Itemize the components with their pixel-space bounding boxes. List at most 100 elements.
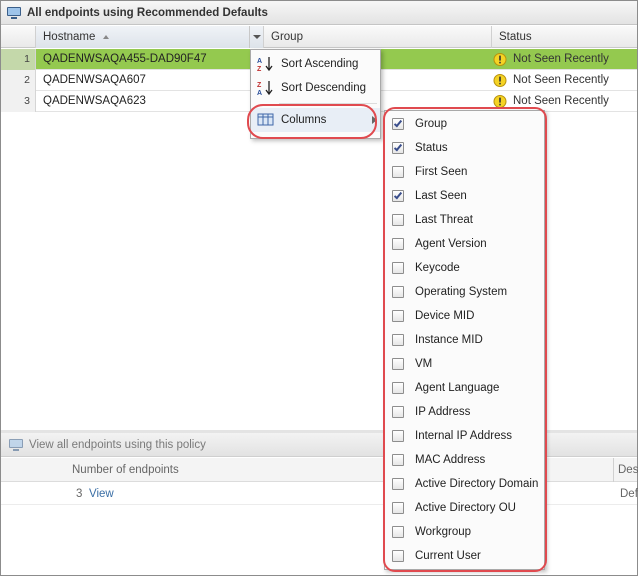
status-cell: Not Seen Recently	[513, 53, 609, 65]
column-toggle-label: Keycode	[415, 262, 460, 274]
menu-separator	[279, 103, 377, 104]
svg-text:Z: Z	[257, 82, 262, 89]
column-checkbox[interactable]	[392, 286, 404, 298]
panel-titlebar: All endpoints using Recommended Defaults	[1, 1, 637, 25]
sort-descending-label: Sort Descending	[281, 82, 367, 94]
column-checkbox[interactable]	[392, 142, 404, 154]
row-number: 1	[1, 49, 36, 70]
monitor-icon	[7, 6, 21, 19]
column-context-menu: A Z Sort Ascending Z A Sort Descending C…	[250, 49, 381, 139]
sort-az-icon: A Z	[257, 56, 275, 73]
column-checkbox[interactable]	[392, 262, 404, 274]
column-header-number-of-endpoints[interactable]: Number of endpoints	[72, 458, 179, 482]
column-toggle-label: IP Address	[415, 406, 471, 418]
column-header-description[interactable]: Des	[613, 458, 638, 482]
column-toggle-item[interactable]: MAC Address	[385, 448, 544, 472]
column-toggle-item[interactable]: First Seen	[385, 160, 544, 184]
column-toggle-item[interactable]: Active Directory Domain	[385, 472, 544, 496]
column-toggle-label: Group	[415, 118, 447, 130]
columns-label: Columns	[281, 114, 327, 126]
column-toggle-item[interactable]: Active Directory OU	[385, 496, 544, 520]
column-toggle-item[interactable]: Agent Language	[385, 376, 544, 400]
column-checkbox[interactable]	[392, 454, 404, 466]
column-toggle-label: Workgroup	[415, 526, 472, 538]
columns-icon	[257, 112, 275, 128]
column-checkbox[interactable]	[392, 190, 404, 202]
panel-title: All endpoints using Recommended Defaults	[27, 6, 268, 19]
column-toggle-item[interactable]: Current User	[385, 544, 544, 568]
column-checkbox[interactable]	[392, 406, 404, 418]
column-toggle-label: Last Seen	[415, 190, 467, 202]
column-toggle-label: First Seen	[415, 166, 468, 178]
svg-text:A: A	[257, 90, 262, 96]
sort-ascending-menu-item[interactable]: A Z Sort Ascending	[251, 52, 380, 76]
column-toggle-label: Agent Version	[415, 238, 487, 250]
column-toggle-label: Active Directory OU	[415, 502, 516, 514]
column-toggle-label: Current User	[415, 550, 481, 562]
submenu-arrow-icon	[372, 116, 377, 124]
grid-header: Hostname Group Status	[1, 26, 637, 48]
column-menu-dropdown-button[interactable]	[249, 26, 263, 48]
view-endpoints-link[interactable]: View	[89, 483, 114, 505]
column-header-status[interactable]: Status	[492, 26, 637, 48]
column-header-status-label: Status	[499, 31, 532, 43]
sort-descending-menu-item[interactable]: Z A Sort Descending	[251, 76, 380, 100]
row-number: 3	[1, 91, 36, 112]
column-toggle-label: VM	[415, 358, 433, 370]
column-checkbox[interactable]	[392, 478, 404, 490]
column-checkbox[interactable]	[392, 550, 404, 562]
column-toggle-item[interactable]: Workgroup	[385, 520, 544, 544]
column-toggle-item[interactable]: Status	[385, 136, 544, 160]
column-header-group-label: Group	[271, 31, 303, 43]
column-toggle-item[interactable]: Operating System	[385, 280, 544, 304]
column-toggle-item[interactable]: Keycode	[385, 256, 544, 280]
column-checkbox[interactable]	[392, 310, 404, 322]
column-toggle-item[interactable]: Group	[385, 112, 544, 136]
column-checkbox[interactable]	[392, 358, 404, 370]
warning-icon	[493, 74, 507, 87]
column-toggle-item[interactable]: IP Address	[385, 400, 544, 424]
column-toggle-item[interactable]: Last Threat	[385, 208, 544, 232]
columns-submenu: Group Status First Seen Last Seen Last Threa…	[384, 110, 545, 570]
description-value: Def	[620, 488, 638, 500]
hostname-cell: QADENWSAQA455-DAD90F47	[43, 53, 207, 65]
column-toggle-label: Operating System	[415, 286, 508, 298]
hostname-cell: QADENWSAQA607	[43, 74, 146, 86]
column-toggle-item[interactable]: Internal IP Address	[385, 424, 544, 448]
column-checkbox[interactable]	[392, 502, 404, 514]
column-checkbox[interactable]	[392, 382, 404, 394]
column-toggle-label: Last Threat	[415, 214, 473, 226]
column-toggle-item[interactable]: Instance MID	[385, 328, 544, 352]
column-toggle-label: Device MID	[415, 310, 475, 322]
column-toggle-label: Status	[415, 142, 448, 154]
column-checkbox[interactable]	[392, 430, 404, 442]
sort-ascending-label: Sort Ascending	[281, 58, 359, 70]
column-toggle-label: Instance MID	[415, 334, 483, 346]
column-header-group[interactable]: Group	[264, 26, 492, 48]
row-number-header	[1, 26, 36, 48]
column-checkbox[interactable]	[392, 238, 404, 250]
column-toggle-label: Internal IP Address	[415, 430, 512, 442]
warning-icon	[493, 53, 507, 66]
column-header-hostname-label: Hostname	[43, 31, 96, 43]
svg-text:A: A	[257, 58, 262, 65]
column-toggle-item[interactable]: Agent Version	[385, 232, 544, 256]
columns-menu-item[interactable]: Columns	[251, 108, 380, 132]
hostname-cell: QADENWSAQA623	[43, 95, 146, 107]
column-checkbox[interactable]	[392, 166, 404, 178]
sort-za-icon: Z A	[257, 80, 275, 97]
row-number: 2	[1, 70, 36, 91]
column-checkbox[interactable]	[392, 214, 404, 226]
column-checkbox[interactable]	[392, 334, 404, 346]
column-header-hostname[interactable]: Hostname	[36, 26, 264, 48]
column-checkbox[interactable]	[392, 118, 404, 130]
column-toggle-item[interactable]: Last Seen	[385, 184, 544, 208]
column-toggle-item[interactable]: VM	[385, 352, 544, 376]
column-checkbox[interactable]	[392, 526, 404, 538]
endpoint-count: 3	[76, 488, 83, 500]
column-toggle-item[interactable]: Device MID	[385, 304, 544, 328]
monitor-icon	[9, 438, 23, 451]
column-toggle-label: Agent Language	[415, 382, 500, 394]
column-toggle-label: MAC Address	[415, 454, 486, 466]
status-cell: Not Seen Recently	[513, 95, 609, 107]
